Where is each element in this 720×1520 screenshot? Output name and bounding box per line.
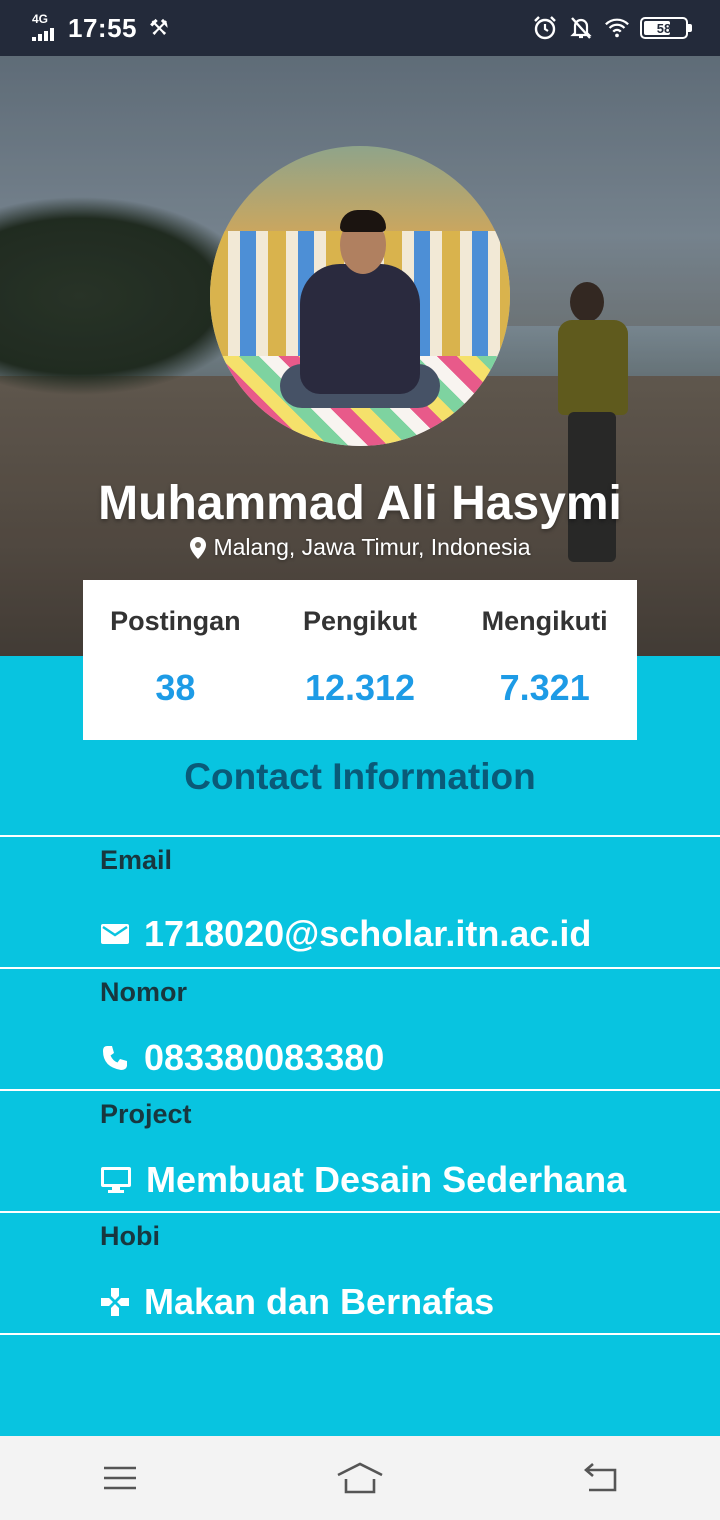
profile-name: Muhammad Ali Hasymi: [98, 477, 622, 530]
phone-label: Nomor: [100, 977, 187, 1007]
contact-row-hobby[interactable]: Hobi Makan dan Bernafas: [0, 1211, 720, 1335]
contact-title: Contact Information: [184, 756, 536, 797]
back-button[interactable]: [565, 1448, 635, 1508]
stat-label: Postingan: [110, 606, 241, 636]
status-bar: 4G 17:55 ⚒ 58: [0, 0, 720, 56]
contact-row-project[interactable]: Project Membuat Desain Sederhana: [0, 1089, 720, 1213]
profile-location: Malang, Jawa Timur, Indonesia: [0, 534, 720, 561]
project-label: Project: [100, 1099, 192, 1129]
contact-row-phone[interactable]: Nomor 083380083380: [0, 967, 720, 1091]
email-label: Email: [100, 845, 173, 875]
contact-row-email[interactable]: Email 1718020@scholar.itn.ac.id: [0, 835, 720, 969]
divider: [0, 1333, 720, 1335]
stat-value: 7.321: [499, 667, 590, 708]
stat-posts[interactable]: Postingan 38: [83, 580, 268, 740]
stat-followers[interactable]: Pengikut 12.312: [268, 580, 453, 740]
hobby-value: Makan dan Bernafas: [144, 1281, 495, 1322]
stats-card: Postingan 38 Pengikut 12.312 Mengikuti 7…: [83, 580, 637, 740]
email-value: 1718020@scholar.itn.ac.id: [144, 913, 592, 954]
network-type: 4G: [32, 12, 49, 26]
signal-icon: 4G: [32, 12, 60, 41]
system-nav-bar: [0, 1436, 720, 1520]
stat-following[interactable]: Mengikuti 7.321: [452, 580, 637, 740]
back-icon: [584, 1463, 617, 1492]
phone-icon: [103, 1046, 127, 1070]
status-time: 17:55: [68, 12, 137, 43]
home-icon: [337, 1462, 383, 1494]
gamepad-icon: [101, 1288, 129, 1316]
hobby-label: Hobi: [100, 1221, 160, 1251]
notifications-off-icon: [568, 15, 594, 41]
wifi-icon: [604, 15, 630, 41]
stat-value: 38: [155, 667, 196, 708]
project-value: Membuat Desain Sederhana: [146, 1159, 627, 1200]
stat-label: Mengikuti: [481, 606, 608, 636]
tools-icon: ⚒: [149, 15, 169, 40]
menu-icon: [104, 1466, 136, 1490]
alarm-icon: [532, 15, 558, 41]
menu-button[interactable]: [85, 1448, 155, 1508]
email-icon: [101, 924, 129, 944]
battery-level: 58: [656, 20, 672, 36]
battery-icon: 58: [640, 17, 692, 39]
phone-value: 083380083380: [144, 1037, 385, 1078]
stat-value: 12.312: [304, 667, 416, 708]
location-text: Malang, Jawa Timur, Indonesia: [213, 534, 531, 560]
location-pin-icon: [190, 536, 207, 559]
desktop-icon: [101, 1167, 131, 1193]
stat-label: Pengikut: [303, 606, 418, 636]
home-button[interactable]: [325, 1448, 395, 1508]
profile-avatar[interactable]: [210, 146, 510, 446]
